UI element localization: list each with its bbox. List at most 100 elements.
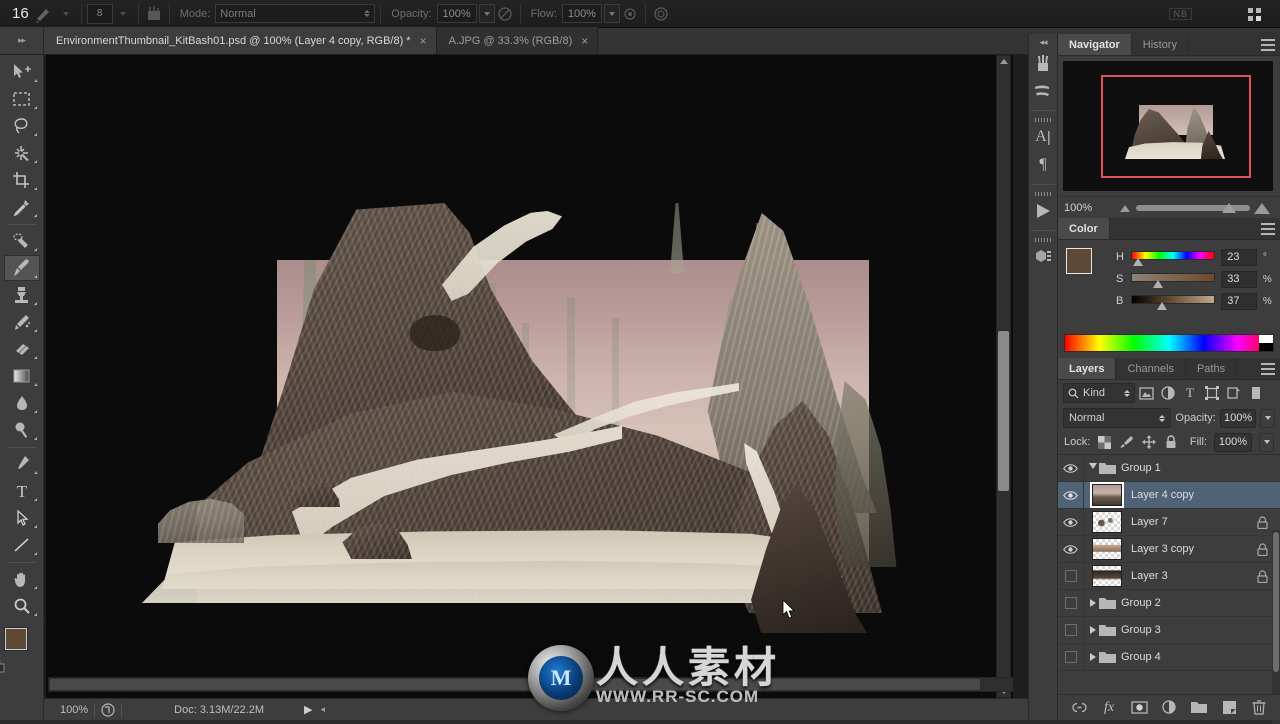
brush-preview-icon[interactable] <box>34 4 56 24</box>
move-tool[interactable] <box>4 59 40 85</box>
group-disclosure-triangle[interactable] <box>1090 599 1096 607</box>
table-row[interactable]: Group 4 <box>1058 643 1280 671</box>
hue-slider[interactable] <box>1131 251 1216 266</box>
new-adjustment-layer-icon[interactable] <box>1161 699 1178 716</box>
brush-tool[interactable] <box>3 255 40 281</box>
layer-blend-mode-select[interactable]: Normal <box>1063 408 1172 428</box>
lock-image-pixels-icon[interactable] <box>1119 435 1134 450</box>
default-colors-icon[interactable] <box>0 660 5 673</box>
brightness-value[interactable]: 37 <box>1221 292 1257 310</box>
layer-fill-value[interactable]: 100% <box>1214 432 1252 452</box>
status-resize-grip[interactable]: ◂ <box>320 704 325 715</box>
table-row[interactable]: Layer 3 <box>1058 562 1280 590</box>
layer-visibility-toggle[interactable] <box>1058 643 1084 671</box>
layer-name[interactable]: Layer 3 <box>1131 570 1168 582</box>
table-row[interactable]: Group 3 <box>1058 616 1280 644</box>
navigator-zoom-value[interactable]: 100% <box>1064 202 1106 214</box>
layer-thumbnail[interactable] <box>1092 565 1122 587</box>
brush-size-value[interactable]: 16 <box>0 5 34 22</box>
layer-visibility-toggle[interactable] <box>1058 562 1084 590</box>
layer-thumbnail[interactable] <box>1092 511 1122 533</box>
navigator-view-rectangle[interactable] <box>1101 75 1251 178</box>
layer-thumbnail[interactable] <box>1092 538 1122 560</box>
3d-panel-icon[interactable] <box>1029 244 1057 270</box>
document-tab-active[interactable]: EnvironmentThumbnail_KitBash01.psd @ 100… <box>44 27 437 54</box>
tab-channels[interactable]: Channels <box>1116 358 1186 379</box>
layer-name[interactable]: Group 4 <box>1121 651 1161 663</box>
layer-name[interactable]: Layer 4 copy <box>1131 489 1194 501</box>
layer-visibility-toggle[interactable] <box>1058 481 1084 509</box>
layer-opacity-value[interactable]: 100% <box>1219 408 1257 428</box>
blur-tool[interactable] <box>4 390 40 416</box>
slider-knob[interactable] <box>1133 258 1144 266</box>
panel-menu-icon[interactable] <box>1261 223 1275 235</box>
delete-layer-icon[interactable] <box>1251 699 1268 716</box>
saturation-value[interactable]: 33 <box>1221 270 1257 288</box>
new-layer-icon[interactable] <box>1221 699 1238 716</box>
ramp-black-white-swatches[interactable] <box>1259 335 1273 351</box>
filter-adjustment-layers-icon[interactable] <box>1157 383 1179 403</box>
brush-hardness-value[interactable]: 8 <box>86 3 113 24</box>
color-spectrum-ramp[interactable] <box>1064 334 1274 352</box>
dodge-tool[interactable] <box>4 417 40 443</box>
layer-visibility-toggle[interactable] <box>1058 589 1084 617</box>
slider-knob[interactable] <box>1153 280 1164 288</box>
tab-navigator[interactable]: Navigator <box>1058 34 1132 55</box>
lock-position-icon[interactable] <box>1141 435 1156 450</box>
collapse-panels-icon[interactable]: ◂◂ <box>1028 34 1058 50</box>
slider-knob[interactable] <box>1222 202 1236 213</box>
gradient-tool[interactable] <box>4 363 40 389</box>
opacity-dropdown-icon[interactable] <box>478 4 495 23</box>
table-row[interactable]: Group 2 <box>1058 589 1280 617</box>
brush-panel-toggle-icon[interactable] <box>144 4 164 24</box>
magic-wand-tool[interactable] <box>4 140 40 166</box>
layer-visibility-toggle[interactable] <box>1058 508 1084 536</box>
group-disclosure-triangle[interactable] <box>1090 653 1096 661</box>
add-layer-mask-icon[interactable] <box>1130 699 1148 716</box>
tab-layers[interactable]: Layers <box>1058 358 1117 379</box>
hand-tool[interactable] <box>4 566 40 592</box>
character-panel-icon[interactable]: A | <box>1029 124 1057 150</box>
new-group-icon[interactable] <box>1190 699 1208 716</box>
opacity-value[interactable]: 100% <box>436 4 477 23</box>
hue-value[interactable]: 23 <box>1221 248 1257 266</box>
layer-visibility-toggle[interactable] <box>1058 535 1084 563</box>
tab-history[interactable]: History <box>1132 34 1189 55</box>
panel-menu-icon[interactable] <box>1261 363 1275 375</box>
filter-toggle-icon[interactable] <box>1245 383 1267 403</box>
clone-stamp-tool[interactable] <box>4 282 40 308</box>
navigator-thumbnail[interactable] <box>1063 61 1273 191</box>
group-disclosure-triangle[interactable] <box>1090 626 1096 634</box>
lock-transparent-pixels-icon[interactable] <box>1097 435 1112 450</box>
close-icon[interactable]: × <box>581 35 588 47</box>
layer-visibility-toggle[interactable] <box>1058 616 1084 644</box>
scrollbar-thumb[interactable] <box>1273 532 1279 672</box>
flow-value[interactable]: 100% <box>561 4 602 23</box>
layer-name[interactable]: Layer 7 <box>1131 516 1168 528</box>
brush-settings-icon[interactable] <box>1029 78 1057 104</box>
status-expand-arrow[interactable]: ▶ <box>304 703 312 716</box>
layer-fill-dropdown-icon[interactable] <box>1259 432 1274 452</box>
filter-shape-layers-icon[interactable] <box>1201 383 1223 403</box>
tablet-pressure-opacity-icon[interactable] <box>495 4 515 24</box>
table-row[interactable]: Layer 3 copy <box>1058 535 1280 563</box>
eyedropper-tool[interactable] <box>4 194 40 220</box>
link-layers-icon[interactable] <box>1071 699 1088 716</box>
path-selection-tool[interactable] <box>4 505 40 531</box>
document-info-icon[interactable] <box>101 702 115 717</box>
layer-name[interactable]: Group 1 <box>1121 462 1161 474</box>
panel-drag-grip[interactable] <box>1035 118 1051 122</box>
history-brush-tool[interactable] <box>4 309 40 335</box>
lasso-tool[interactable] <box>4 113 40 139</box>
layer-styles-fx-icon[interactable]: fx <box>1101 699 1118 716</box>
document-tab-inactive[interactable]: A.JPG @ 33.3% (RGB/8) × <box>436 27 599 54</box>
navigator-zoom-slider[interactable] <box>1114 201 1274 215</box>
tablet-pressure-size-icon[interactable] <box>651 4 671 24</box>
layer-thumbnail[interactable] <box>1092 484 1122 506</box>
zoom-out-small-mountain-icon[interactable] <box>1120 204 1130 212</box>
spot-healing-brush-tool[interactable] <box>4 228 40 254</box>
paragraph-panel-icon[interactable]: ¶ <box>1029 152 1057 178</box>
pen-tool[interactable] <box>4 451 40 477</box>
layer-visibility-toggle[interactable] <box>1058 454 1084 482</box>
scrollbar-thumb[interactable] <box>998 331 1009 491</box>
